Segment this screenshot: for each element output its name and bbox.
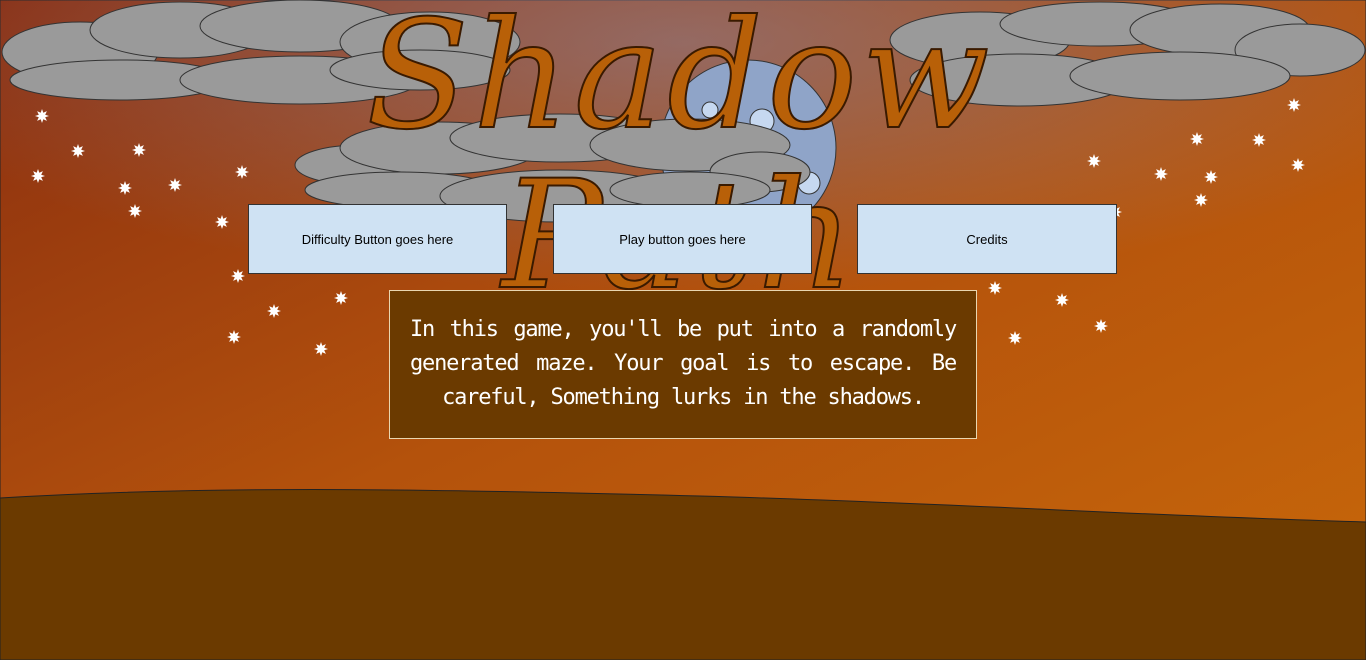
game-description: In this game, you'll be put into a rando… [389,290,977,439]
star [71,144,85,158]
star [132,143,146,157]
star [31,169,45,183]
star [1094,319,1108,333]
credits-button[interactable]: Credits [857,204,1117,274]
star [1204,170,1218,184]
star [1287,98,1301,112]
star [1291,158,1305,172]
star [118,181,132,195]
star [1190,132,1204,146]
play-button[interactable]: Play button goes here [553,204,812,274]
ground [0,489,1366,660]
difficulty-button[interactable]: Difficulty Button goes here [248,204,507,274]
star [215,215,229,229]
star [227,330,241,344]
star [168,178,182,192]
star [1194,193,1208,207]
star [1008,331,1022,345]
title-screen: Shadow Path Difficulty Button goes here … [0,0,1366,660]
star [1252,133,1266,147]
star [128,204,142,218]
star [35,109,49,123]
star [1154,167,1168,181]
star [314,342,328,356]
